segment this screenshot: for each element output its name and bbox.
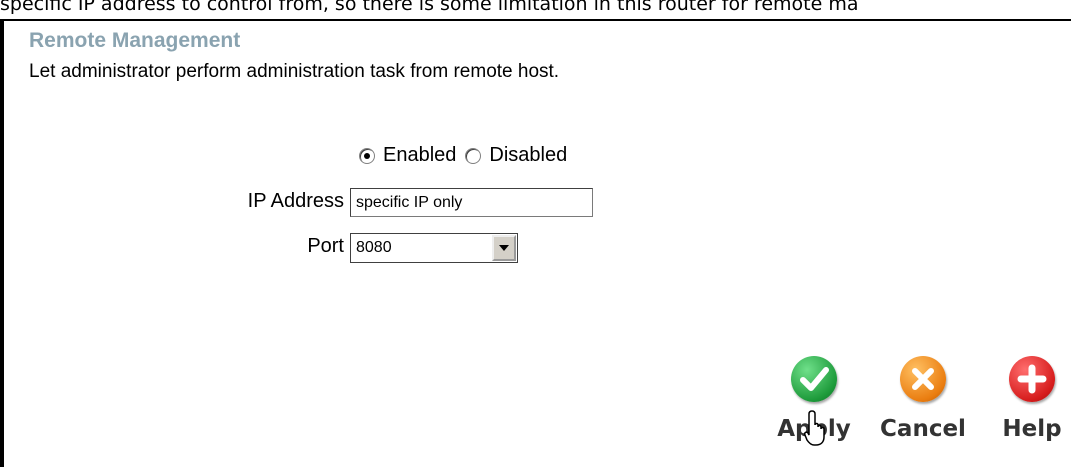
- mode-radio-group: Enabled Disabled: [359, 144, 576, 167]
- port-selected-value: 8080: [356, 239, 392, 256]
- disabled-radio[interactable]: [465, 147, 482, 164]
- x-icon: [900, 356, 946, 402]
- remote-management-panel: Remote Management Let administrator perf…: [0, 19, 1071, 467]
- cancel-label: Cancel: [880, 416, 966, 442]
- section-description: Let administrator perform administration…: [29, 61, 560, 82]
- help-button[interactable]: Help: [989, 356, 1071, 442]
- top-caption-text: specific IP address to control from, so …: [0, 0, 859, 15]
- section-title: Remote Management: [29, 29, 241, 52]
- checkmark-icon: [791, 356, 837, 402]
- hand-pointer-icon: [804, 410, 825, 446]
- ip-address-input[interactable]: [350, 188, 593, 217]
- port-label: Port: [307, 235, 344, 257]
- ip-address-label: IP Address: [247, 190, 344, 212]
- help-label: Help: [1002, 416, 1062, 442]
- enabled-radio[interactable]: [359, 147, 375, 164]
- disabled-radio-label[interactable]: Disabled: [489, 144, 567, 167]
- enabled-radio-label[interactable]: Enabled: [383, 144, 456, 167]
- plus-icon: [1009, 356, 1055, 402]
- cancel-button[interactable]: Cancel: [878, 356, 968, 442]
- dropdown-arrow-icon[interactable]: [492, 235, 516, 261]
- port-select[interactable]: 8080: [350, 233, 518, 263]
